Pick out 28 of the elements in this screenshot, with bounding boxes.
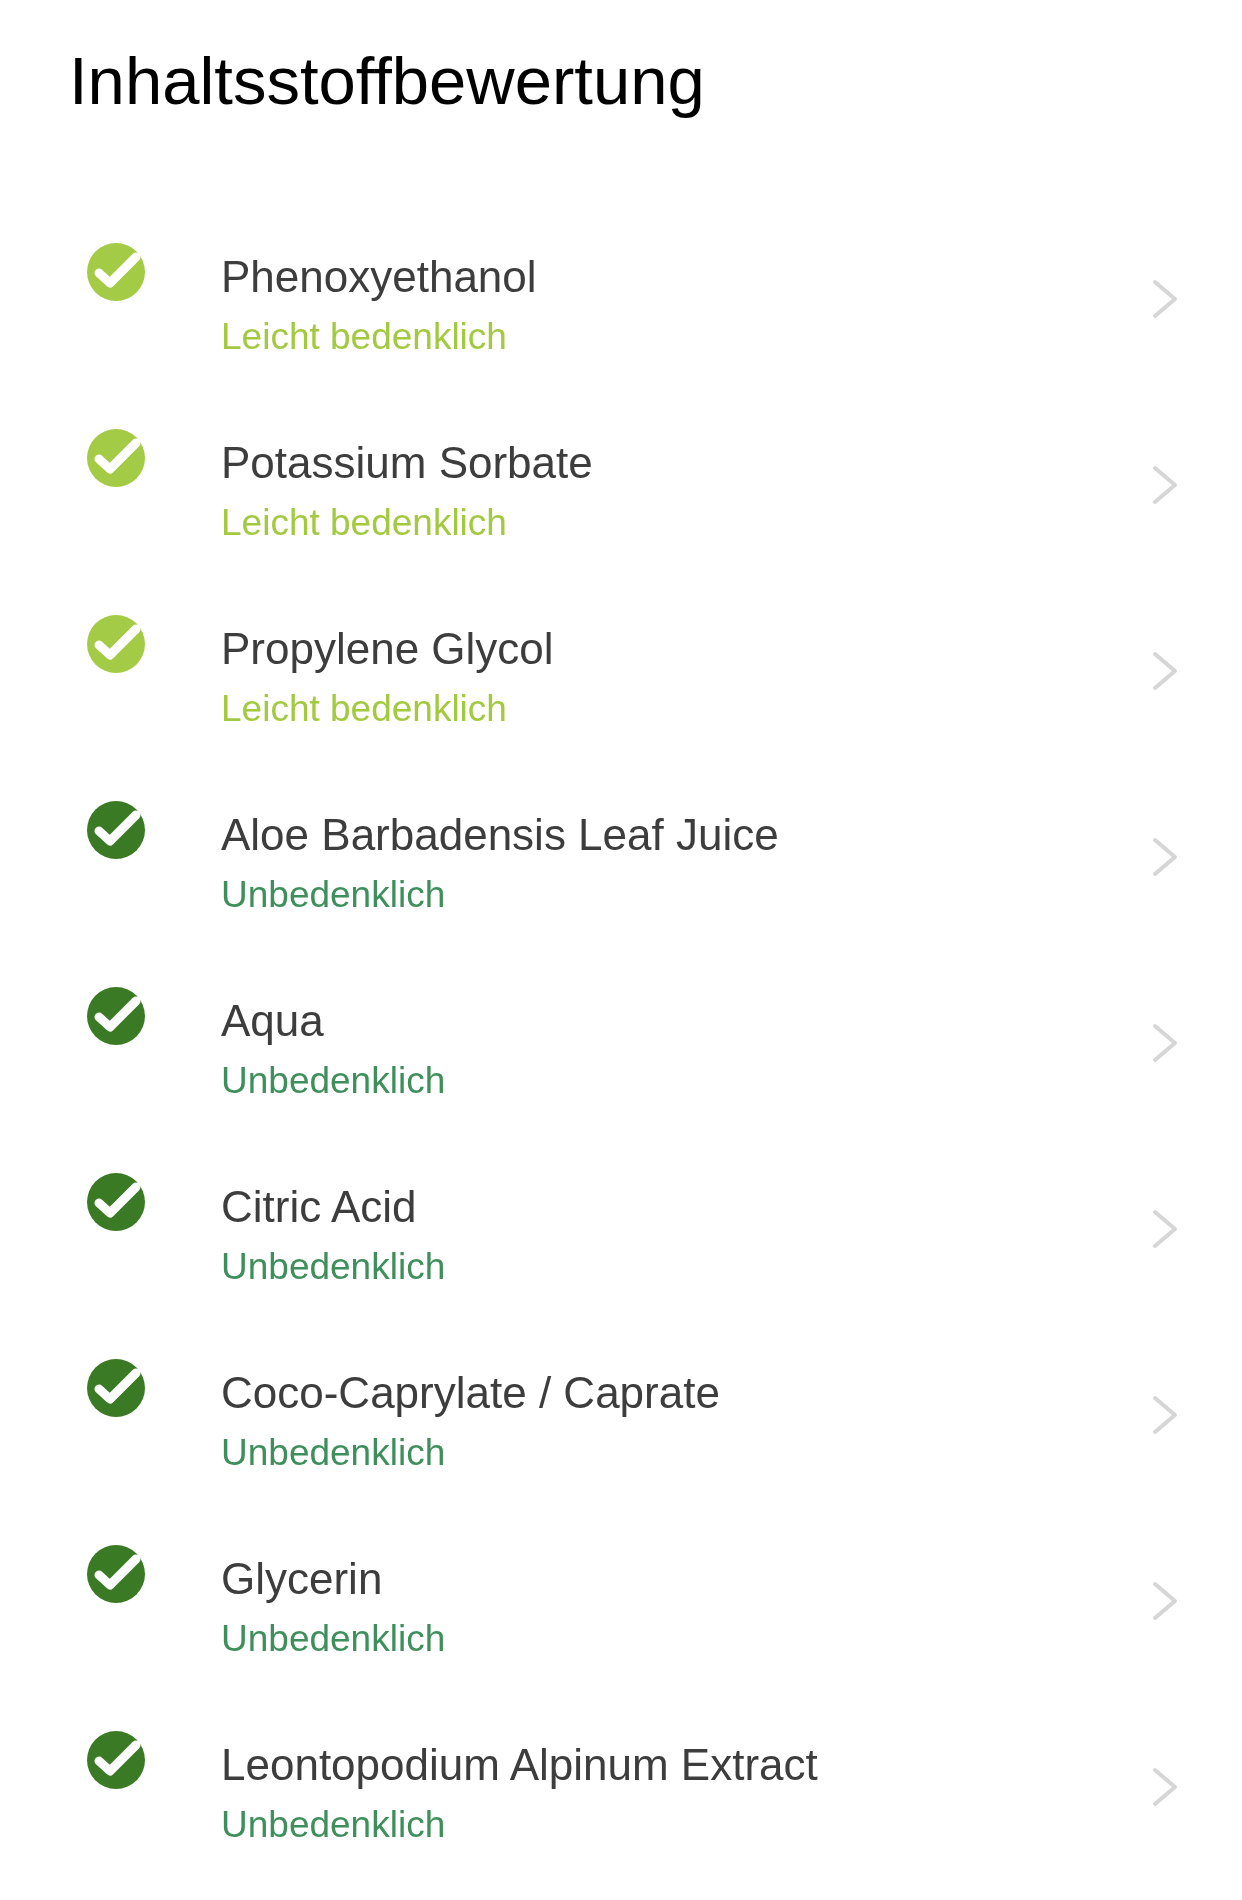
ingredient-name[interactable]: Potassium Sorbate	[221, 436, 593, 489]
chevron-right-icon[interactable]	[1152, 1581, 1178, 1621]
chevron-right-icon[interactable]	[1152, 651, 1178, 691]
chevron-right-icon[interactable]	[1152, 279, 1178, 319]
rating-label: Leicht bedenklich	[221, 315, 507, 359]
ingredient-name[interactable]: Propylene Glycol	[221, 622, 554, 675]
ingredient-name[interactable]: Aloe Barbadensis Leaf Juice	[221, 808, 779, 861]
ingredient-name[interactable]: Aqua	[221, 994, 324, 1047]
rating-label: Unbedenklich	[221, 1059, 446, 1103]
ingredient-name[interactable]: Coco-Caprylate / Caprate	[221, 1366, 720, 1419]
rating-label: Unbedenklich	[221, 1245, 446, 1289]
chevron-right-icon[interactable]	[1152, 1395, 1178, 1435]
rating-label: Unbedenklich	[221, 1803, 446, 1847]
rating-label: Unbedenklich	[221, 873, 446, 917]
chevron-right-icon[interactable]	[1152, 1023, 1178, 1063]
rating-label: Leicht bedenklich	[221, 687, 507, 731]
rating-label: Unbedenklich	[221, 1431, 446, 1475]
chevron-right-icon[interactable]	[1152, 837, 1178, 877]
chevron-right-icon[interactable]	[1152, 465, 1178, 505]
ingredient-name[interactable]: Leontopodium Alpinum Extract	[221, 1738, 818, 1791]
chevron-right-icon[interactable]	[1152, 1767, 1178, 1807]
ingredient-name[interactable]: Phenoxyethanol	[221, 250, 537, 303]
page-title: Inhaltsstoffbewertung	[69, 42, 705, 120]
ingredient-name[interactable]: Glycerin	[221, 1552, 383, 1605]
rating-label: Leicht bedenklich	[221, 501, 507, 545]
rating-label: Unbedenklich	[221, 1617, 446, 1661]
ingredient-name[interactable]: Citric Acid	[221, 1180, 417, 1233]
chevron-right-icon[interactable]	[1152, 1209, 1178, 1249]
